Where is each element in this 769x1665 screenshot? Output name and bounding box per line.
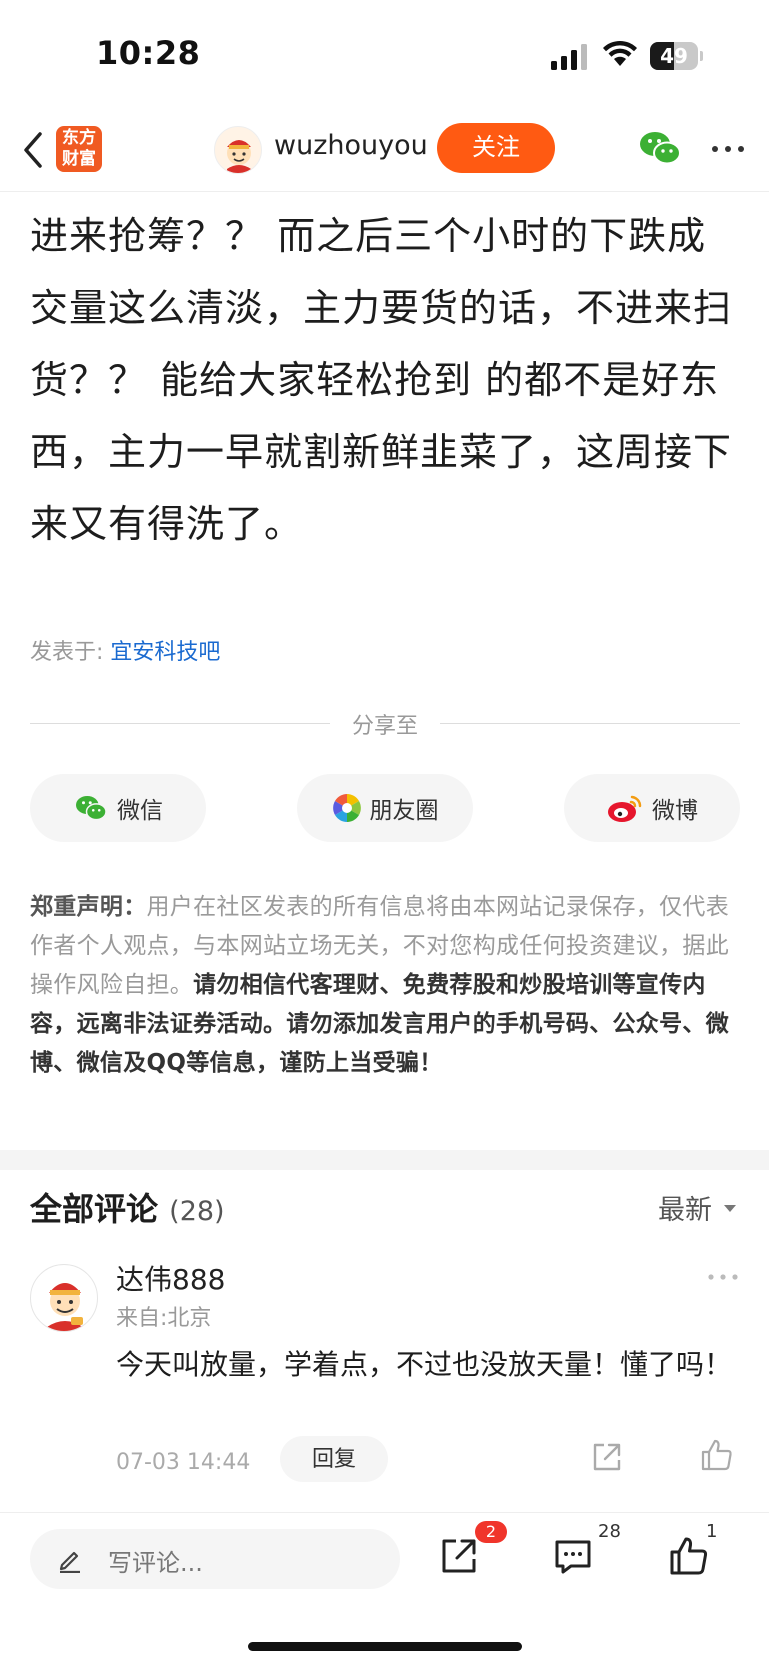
status-bar: 10:28 49 — [0, 0, 769, 112]
share-moments-label: 朋友圈 — [369, 798, 439, 824]
comment-input[interactable]: 写评论... — [30, 1529, 400, 1589]
reply-button[interactable]: 回复 — [280, 1436, 388, 1482]
eastmoney-logo[interactable]: 东方 财富 — [56, 126, 102, 172]
cellular-signal-icon — [551, 44, 587, 70]
author-username[interactable]: wuzhouyou — [274, 130, 428, 161]
share-to-label: 分享至 — [351, 714, 418, 739]
share-divider: 分享至 — [30, 708, 740, 739]
logo-text-line1: 东方 — [62, 128, 96, 148]
share-icon[interactable] — [438, 1535, 480, 1577]
home-indicator — [248, 1642, 522, 1651]
author-avatar[interactable] — [214, 126, 262, 174]
comment-count: 28 — [598, 1521, 621, 1542]
comment-share-icon[interactable] — [590, 1440, 624, 1474]
commenter-location: 来自:北京 — [116, 1306, 212, 1331]
comment-time: 07-03 14:44 — [116, 1450, 251, 1475]
share-buttons: 微信 朋友圈 微博 — [30, 774, 740, 844]
comment-item: 达伟888 来自:北京 今天叫放量，学着点，不过也没放天量！懂了吗！ 07-03… — [30, 1258, 740, 1498]
comment-like-icon[interactable] — [700, 1438, 734, 1472]
disclaimer: 郑重声明：用户在社区发表的所有信息将由本网站记录保存，仅代表作者个人观点，与本网… — [30, 888, 742, 1083]
more-options-icon[interactable] — [710, 134, 746, 164]
cartoon-avatar-icon — [227, 140, 251, 173]
comments-header: 全部评论 (28) 最新 — [30, 1184, 740, 1234]
share-badge: 2 — [475, 1521, 507, 1543]
back-arrow-icon[interactable] — [18, 128, 48, 172]
comment-input-placeholder: 写评论... — [108, 1549, 203, 1577]
status-time: 10:28 — [96, 34, 201, 72]
cartoon-avatar-icon — [47, 1283, 83, 1331]
posted-in: 发表于: 宜安科技吧 — [30, 634, 220, 666]
post-body: 进来抢筹？？ 而之后三个小时的下跌成交量这么清淡，主力要货的话，不进来扫货？？ … — [30, 214, 733, 546]
comments-count: (28) — [169, 1196, 225, 1227]
follow-button[interactable]: 关注 — [437, 123, 555, 173]
comments-title-text: 全部评论 — [30, 1190, 159, 1228]
sort-dropdown[interactable]: 最新 — [658, 1188, 740, 1227]
wechat-share-icon[interactable] — [638, 128, 682, 168]
sort-label: 最新 — [658, 1195, 712, 1226]
comment-content: 今天叫放量，学着点，不过也没放天量！懂了吗！ — [116, 1348, 733, 1381]
logo-text-line2: 财富 — [62, 149, 96, 169]
like-icon[interactable] — [668, 1535, 710, 1577]
battery-percent: 49 — [660, 44, 688, 68]
share-weibo-label: 微博 — [652, 798, 698, 824]
posted-in-prefix: 发表于: — [30, 640, 111, 665]
share-weibo-button[interactable]: 微博 — [564, 774, 740, 842]
battery-icon: 49 — [650, 42, 703, 70]
commenter-avatar[interactable] — [30, 1264, 98, 1332]
caret-down-icon — [724, 1204, 736, 1212]
share-wechat-button[interactable]: 微信 — [30, 774, 206, 842]
weibo-icon — [608, 795, 642, 822]
share-wechat-label: 微信 — [117, 798, 163, 824]
top-nav-bar: 东方 财富 wuzhouyou 关注 — [0, 112, 769, 192]
disclaimer-heading: 郑重声明： — [30, 894, 147, 920]
commenter-name[interactable]: 达伟888 — [116, 1258, 225, 1298]
forum-link[interactable]: 宜安科技吧 — [110, 640, 220, 665]
share-moments-button[interactable]: 朋友圈 — [297, 774, 473, 842]
pen-icon — [59, 1551, 80, 1573]
comments-title: 全部评论 (28) — [30, 1184, 225, 1230]
wifi-icon — [603, 40, 637, 66]
bottom-action-bar: 写评论... 2 28 1 — [0, 1512, 769, 1665]
like-count: 1 — [706, 1521, 718, 1542]
moments-icon — [332, 794, 361, 822]
comment-more-icon[interactable] — [706, 1272, 740, 1282]
comment-icon[interactable] — [552, 1535, 594, 1577]
wechat-icon — [76, 796, 107, 821]
section-separator — [0, 1150, 769, 1170]
